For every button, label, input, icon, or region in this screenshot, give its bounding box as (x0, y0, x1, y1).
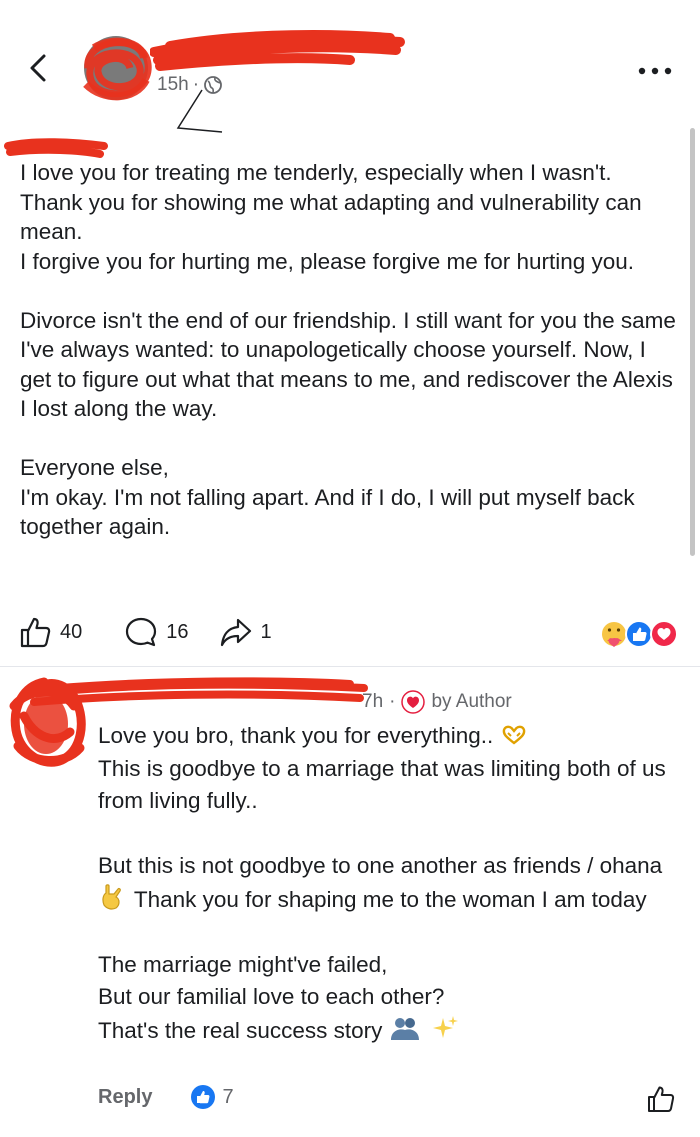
comment-like-summary[interactable]: 7 (190, 1084, 234, 1110)
comment-time: 7h (362, 691, 384, 712)
people-hugging-icon (390, 1017, 419, 1040)
comment-text: The marriage might've failed, (98, 951, 388, 977)
post-line: Divorce isn't the end of our friendship.… (20, 307, 676, 422)
heart-icon (401, 690, 426, 714)
like-reaction-icon (625, 620, 653, 648)
post-line: Thank you for showing me what adapting a… (20, 189, 642, 245)
like-count: 40 (60, 620, 83, 643)
post-line: I love you for treating me tenderly, esp… (20, 160, 612, 185)
comment-text: But our familial love to each other? (98, 984, 445, 1009)
avatar[interactable] (74, 28, 158, 106)
scribble-mark (176, 89, 223, 133)
by-author-label: by Author (431, 691, 512, 712)
care-reaction-icon (600, 620, 628, 648)
back-arrow-icon[interactable] (22, 50, 58, 86)
section-divider (0, 666, 700, 667)
thumb-up-icon[interactable] (646, 1084, 676, 1114)
share-icon (220, 618, 251, 647)
commenter-avatar[interactable] (4, 676, 94, 772)
love-reaction-icon (650, 620, 678, 648)
comment-text: But this is not goodbye to one another a… (98, 853, 663, 878)
post-line: Everyone else, (20, 455, 169, 480)
reply-button[interactable]: Reply (98, 1086, 152, 1109)
comment-actions: Reply 7 (98, 1084, 234, 1110)
comment-count: 16 (166, 620, 189, 643)
post-line: I forgive you for hurting me, please for… (20, 248, 635, 274)
comment-text: This is goodbye to a marriage that was l… (98, 755, 666, 814)
comment-like-count: 7 (222, 1085, 234, 1108)
sparkles-icon (432, 1015, 458, 1038)
rock-on-hand-icon (102, 883, 121, 910)
like-icon (20, 617, 51, 648)
comment-text: Love you bro, thank you for everything.. (98, 723, 494, 748)
comment-meta: 7h · by Author (362, 690, 512, 714)
heart-hands-icon (502, 725, 525, 745)
comment-text: That's the real success story (98, 1017, 383, 1043)
scrollbar[interactable] (690, 128, 695, 556)
comment-body: Love you bro, thank you for everything..… (98, 720, 688, 1047)
comment-line: Love you bro, thank you for everything.. (98, 720, 688, 753)
post-line: I'm okay. I'm not falling apart. And if … (20, 484, 635, 540)
comment-line: That's the real success story (98, 1014, 688, 1048)
comment-line: But this is not goodbye to one another a… (98, 850, 688, 916)
share-button[interactable]: 1 (219, 616, 272, 648)
post-body: I love you for treating me tenderly, esp… (20, 158, 680, 542)
like-button[interactable]: 40 (18, 616, 82, 648)
share-count: 1 (260, 620, 272, 643)
author-name-redacted (150, 30, 405, 71)
post-actions: 40 16 1 (18, 614, 272, 650)
comment-button[interactable]: 16 (124, 616, 189, 648)
comment-icon (126, 617, 157, 647)
more-icon[interactable] (636, 62, 674, 80)
comment-text: Thank you for shaping me to the woman I … (133, 886, 647, 912)
like-badge-icon (191, 1085, 216, 1109)
post-header: 15h · (0, 0, 700, 158)
reactions-summary[interactable] (598, 618, 680, 650)
